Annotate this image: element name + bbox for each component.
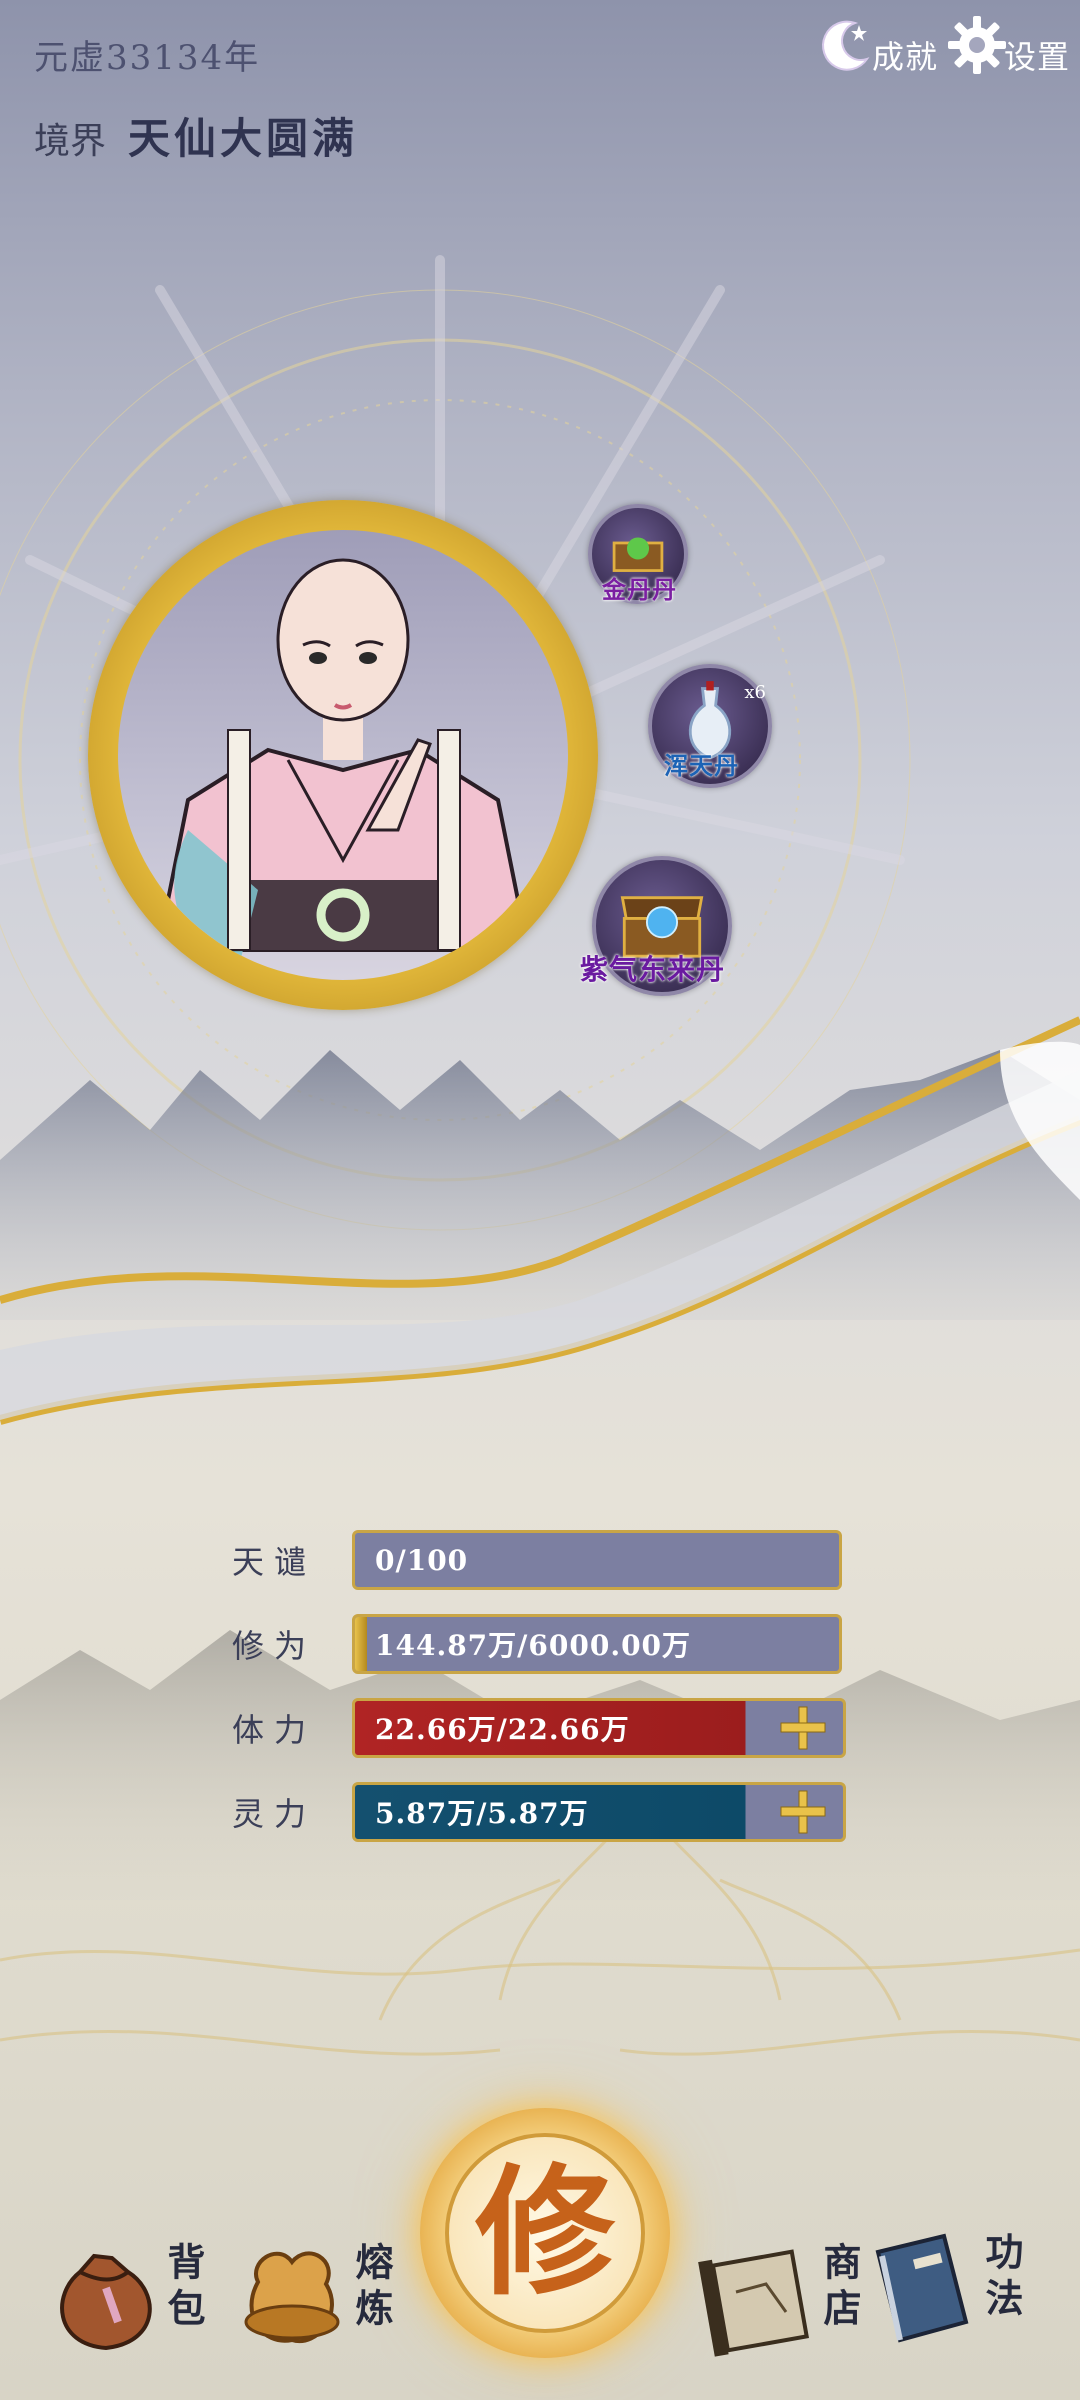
plus-icon xyxy=(780,1706,826,1750)
stat-label: 体力 xyxy=(232,1711,317,1749)
pill-huntian[interactable]: x6 浑天丹 xyxy=(648,664,772,788)
background-art xyxy=(0,255,1080,2056)
nav-bag-label: 背包 xyxy=(161,2242,206,2334)
cultivate-button[interactable]: 修 xyxy=(420,2108,670,2358)
scroll-map-icon xyxy=(696,2232,826,2362)
pill-quantity: x6 xyxy=(744,682,766,703)
stat-bar: 0/100 xyxy=(352,1530,842,1590)
nav-skills[interactable]: 功法 xyxy=(858,2222,1029,2352)
stat-value: 0/100 xyxy=(375,1543,469,1577)
pouch-icon xyxy=(40,2232,170,2362)
plus-icon xyxy=(780,1790,826,1834)
add-mana-button[interactable] xyxy=(763,1785,843,1839)
pill-jindan[interactable]: 金丹丹 xyxy=(588,504,688,604)
stat-label: 天谴 xyxy=(232,1543,317,1581)
book-icon xyxy=(858,2222,988,2352)
stat-bar: 5.87万/5.87万 xyxy=(352,1782,846,1842)
pill-name: 金丹丹 xyxy=(602,575,677,604)
stat-label: 灵力 xyxy=(232,1795,317,1833)
realm-value: 天仙大圆满 xyxy=(128,114,359,163)
stat-tianqian: 天谴 0/100 xyxy=(232,1530,842,1590)
stat-bar: 144.87万/6000.00万 xyxy=(352,1614,842,1674)
stat-xiuwei: 修为 144.87万/6000.00万 xyxy=(232,1614,842,1674)
nav-shop[interactable]: 商店 xyxy=(696,2232,867,2362)
cultivate-label: 修 xyxy=(474,2151,615,2315)
header: 元虚33134年 境界 天仙大圆满 xyxy=(34,30,358,166)
pill-ziqi[interactable]: 紫气东来丹 xyxy=(580,856,732,996)
achievements-button[interactable]: 成就 xyxy=(812,12,938,78)
moon-star-icon xyxy=(812,12,878,78)
realm-label: 境界 xyxy=(34,121,107,162)
stat-tili: 体力 22.66万/22.66万 xyxy=(232,1698,846,1758)
furnace-icon xyxy=(228,2232,358,2362)
character-portrait[interactable] xyxy=(88,500,598,1010)
realm-row: 境界 天仙大圆满 xyxy=(34,105,358,166)
stat-value: 144.87万/6000.00万 xyxy=(375,1629,692,1662)
pill-name: 浑天丹 xyxy=(664,751,739,780)
settings-button[interactable]: 设置 xyxy=(944,12,1070,78)
character-figure xyxy=(118,530,568,980)
stat-label: 修为 xyxy=(232,1627,317,1665)
cultivate-inner: 修 xyxy=(445,2133,645,2333)
stat-value: 5.87万/5.87万 xyxy=(375,1797,589,1830)
settings-label: 设置 xyxy=(1004,38,1071,76)
pill-name: 紫气东来丹 xyxy=(580,953,726,986)
add-stamina-button[interactable] xyxy=(763,1701,843,1755)
stat-value: 22.66万/22.66万 xyxy=(375,1713,630,1746)
gear-icon xyxy=(944,12,1010,78)
nav-forge-label: 熔炼 xyxy=(349,2242,394,2334)
stat-lingli: 灵力 5.87万/5.87万 xyxy=(232,1782,846,1842)
era-text: 元虚33134年 xyxy=(34,38,261,78)
achievements-label: 成就 xyxy=(872,38,939,76)
nav-skills-label: 功法 xyxy=(979,2232,1024,2324)
nav-forge[interactable]: 熔炼 xyxy=(228,2232,399,2362)
xiuwei-progress-fill xyxy=(355,1617,367,1671)
stat-bar: 22.66万/22.66万 xyxy=(352,1698,846,1758)
nav-bag[interactable]: 背包 xyxy=(40,2232,211,2362)
